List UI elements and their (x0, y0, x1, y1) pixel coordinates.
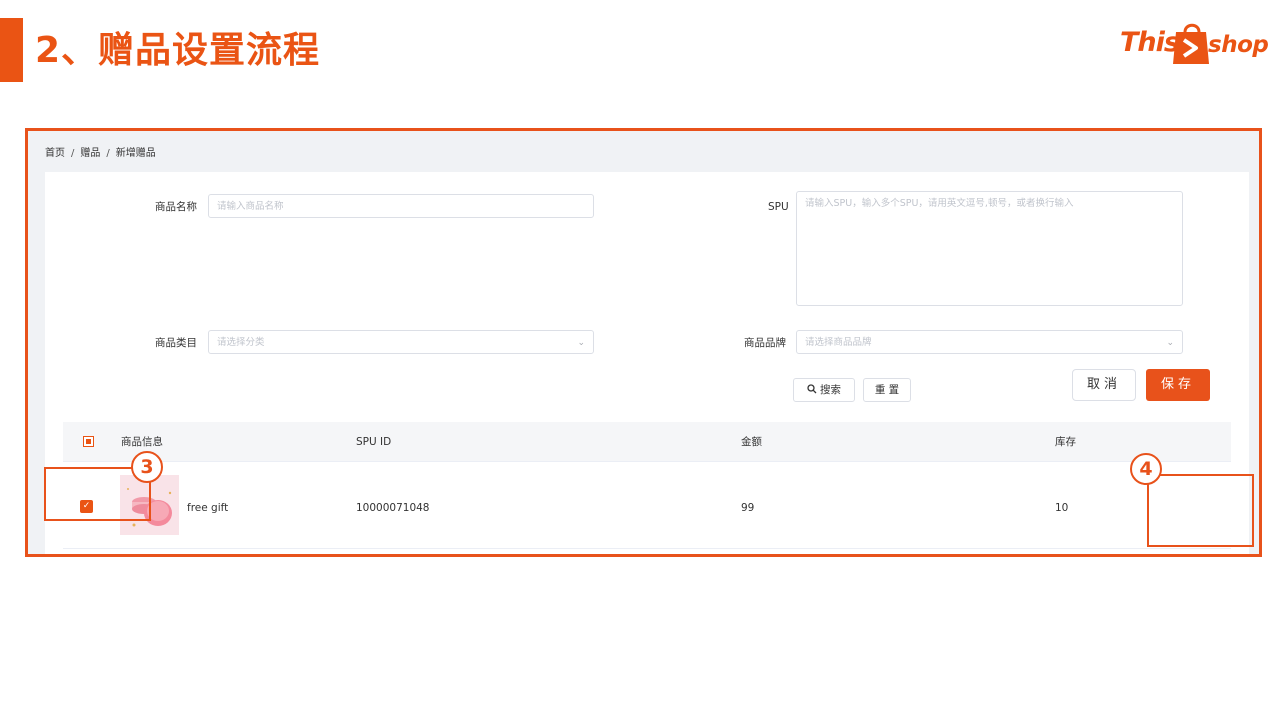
stock-cell: 10 (1055, 502, 1069, 514)
slide-title: 2、赠品设置流程 (35, 30, 321, 71)
chevron-down-icon: ⌄ (577, 338, 585, 348)
logo-text-this: This (1120, 27, 1180, 58)
search-button-label: 搜索 (820, 384, 841, 396)
product-name-label: 商品名称 (155, 201, 197, 213)
breadcrumb-new-gift: 新增赠品 (115, 148, 156, 159)
breadcrumb-gifts[interactable]: 赠品 (80, 148, 100, 159)
spu-id-cell: 10000071048 (356, 502, 430, 514)
step3-badge: 3 (131, 451, 163, 483)
step4-badge: 4 (1130, 453, 1162, 485)
column-header-spu-id: SPU ID (356, 436, 392, 448)
shopping-bag-icon (1173, 23, 1209, 64)
spu-placeholder: 请输入SPU，输入多个SPU，请用英文逗号,顿号，或者换行输入 (805, 198, 1074, 209)
screenshot-frame: 首页 / 赠品 / 新增赠品 商品名称 请输入商品名称 SPU 请输入SPU，输入多个S… (25, 128, 1262, 557)
product-name-placeholder: 请输入商品名称 (217, 201, 284, 212)
product-name-cell: free gift (187, 502, 229, 514)
breadcrumb-separator: / (71, 148, 75, 159)
thisshop-logo: This shop (1120, 18, 1269, 68)
logo-text-shop: shop (1208, 32, 1269, 58)
category-select[interactable]: 请选择分类 ⌄ (208, 330, 594, 354)
step4-highlight-box (1147, 474, 1254, 547)
action-bar: 取消 保存 (1058, 357, 1223, 410)
table-row[interactable]: ✓ free gift 10000071048 99 10 (63, 463, 1231, 549)
breadcrumb: 首页 / 赠品 / 新增赠品 (45, 147, 156, 161)
brand-select[interactable]: 请选择商品品牌 ⌄ (796, 330, 1183, 354)
category-label: 商品类目 (155, 337, 197, 349)
brand-placeholder: 请选择商品品牌 (805, 337, 872, 348)
column-header-product-info: 商品信息 (121, 436, 163, 448)
spu-label: SPU (768, 201, 789, 213)
title-accent-bar (0, 18, 23, 82)
spu-textarea[interactable]: 请输入SPU，输入多个SPU，请用英文逗号,顿号，或者换行输入 (796, 191, 1183, 306)
product-name-input[interactable]: 请输入商品名称 (208, 194, 594, 218)
select-all-checkbox[interactable] (83, 436, 94, 447)
table-header: 商品信息 SPU ID 金额 库存 (63, 422, 1231, 462)
cancel-button[interactable]: 取消 (1072, 369, 1136, 401)
search-icon (807, 384, 817, 394)
chevron-down-icon: ⌄ (1166, 338, 1174, 348)
brand-label: 商品品牌 (744, 337, 786, 349)
amount-cell: 99 (741, 502, 755, 514)
breadcrumb-separator: / (106, 148, 110, 159)
column-header-stock: 库存 (1055, 436, 1076, 448)
category-placeholder: 请选择分类 (217, 337, 265, 348)
search-button[interactable]: 搜索 (793, 378, 855, 402)
breadcrumb-home[interactable]: 首页 (45, 148, 65, 159)
save-button[interactable]: 保存 (1146, 369, 1210, 401)
reset-button[interactable]: 重 置 (863, 378, 911, 402)
column-header-amount: 金额 (741, 436, 762, 448)
